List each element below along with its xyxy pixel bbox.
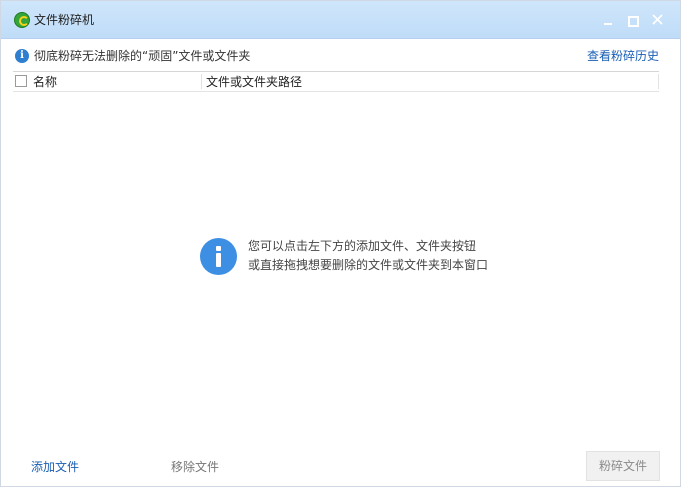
column-header-path[interactable]: 文件或文件夹路径 — [206, 74, 302, 90]
hint-line-1: 您可以点击左下方的添加文件、文件夹按钮 — [248, 239, 477, 253]
title-bar[interactable]: 文件粉碎机 — [1, 1, 680, 39]
hint-line-2: 或直接拖拽想要删除的文件或文件夹到本窗口 — [248, 258, 489, 272]
file-table-header: 名称 文件或文件夹路径 — [13, 71, 659, 92]
add-file-button[interactable]: 添加文件 — [31, 459, 79, 475]
view-shred-history-link[interactable]: 查看粉碎历史 — [587, 48, 659, 64]
remove-file-button[interactable]: 移除文件 — [171, 459, 219, 475]
info-text: 彻底粉碎无法删除的“顽固”文件或文件夹 — [34, 49, 251, 63]
info-icon-large — [200, 238, 237, 275]
file-shredder-window: 文件粉碎机 i 彻底粉碎无法删除的“顽固”文件或文件夹 查看粉碎历史 名称 文件… — [0, 0, 681, 487]
empty-file-list-hint: 您可以点击左下方的添加文件、文件夹按钮 或直接拖拽想要删除的文件或文件夹到本窗口 — [200, 238, 500, 278]
info-bar: i 彻底粉碎无法删除的“顽固”文件或文件夹 查看粉碎历史 — [1, 39, 680, 71]
close-button[interactable] — [646, 10, 668, 30]
minimize-button[interactable] — [597, 10, 619, 30]
select-all-checkbox[interactable] — [15, 75, 27, 87]
shredder-app-logo-icon — [14, 12, 30, 28]
info-icon: i — [15, 49, 29, 63]
column-divider-end — [658, 74, 659, 89]
column-divider[interactable] — [201, 74, 202, 89]
shred-file-button[interactable]: 粉碎文件 — [586, 451, 660, 481]
column-header-name[interactable]: 名称 — [33, 74, 57, 90]
window-title: 文件粉碎机 — [34, 13, 95, 27]
close-icon — [652, 14, 663, 25]
maximize-button[interactable] — [621, 10, 643, 30]
